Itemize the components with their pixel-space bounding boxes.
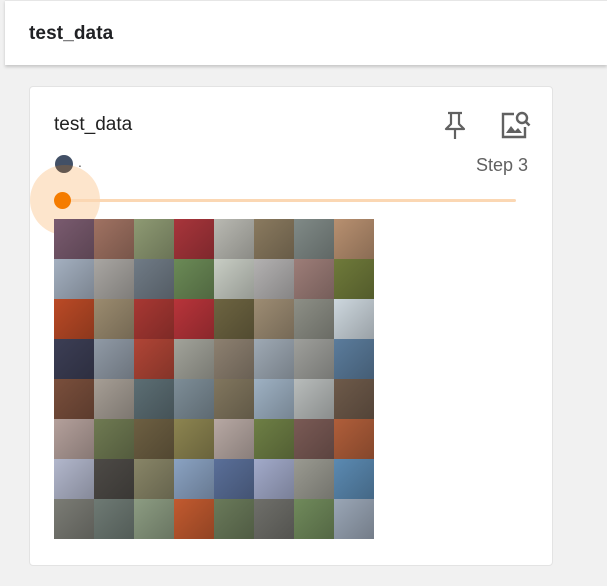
grid-image-cell (214, 379, 254, 419)
grid-image-cell (134, 259, 174, 299)
grid-image-cell (254, 459, 294, 499)
grid-image-cell (294, 299, 334, 339)
grid-image-cell (94, 459, 134, 499)
grid-image-cell (134, 219, 174, 259)
grid-image-cell (134, 339, 174, 379)
grid-image-cell (334, 219, 374, 259)
slider-track (64, 199, 516, 202)
grid-image-cell (294, 499, 334, 539)
grid-image-cell (54, 499, 94, 539)
grid-image-cell (174, 259, 214, 299)
card-title: test_data (54, 114, 133, 135)
grid-image-cell (214, 299, 254, 339)
grid-image-cell (254, 419, 294, 459)
grid-image-cell (134, 379, 174, 419)
grid-image-cell (174, 419, 214, 459)
grid-image-cell (174, 459, 214, 499)
step-label: Step 3 (475, 155, 528, 175)
grid-image-cell (94, 219, 134, 259)
grid-image-cell (54, 219, 94, 259)
grid-image-cell (214, 219, 254, 259)
grid-image-cell (54, 259, 94, 299)
grid-image-cell (294, 379, 334, 419)
grid-image-cell (94, 499, 134, 539)
grid-image-cell (254, 259, 294, 299)
grid-image-cell (334, 339, 374, 379)
grid-image-cell (294, 219, 334, 259)
grid-image-cell (174, 379, 214, 419)
grid-image-cell (334, 379, 374, 419)
grid-image-cell (214, 459, 254, 499)
grid-image-cell (214, 259, 254, 299)
grid-image-cell (54, 459, 94, 499)
image-card: test_data . Step 3 (29, 86, 553, 566)
page-title: test_data (29, 23, 114, 44)
grid-image-cell (174, 339, 214, 379)
grid-image-cell (214, 419, 254, 459)
grid-image-cell (94, 419, 134, 459)
grid-image-cell (174, 299, 214, 339)
grid-image-cell (254, 339, 294, 379)
grid-image-cell (334, 499, 374, 539)
grid-image-cell (334, 259, 374, 299)
image-search-icon (501, 111, 531, 139)
grid-image-cell (214, 339, 254, 379)
grid-image-cell (294, 419, 334, 459)
grid-image-cell (94, 299, 134, 339)
grid-image-cell (294, 459, 334, 499)
grid-image-cell (134, 499, 174, 539)
image-grid[interactable] (54, 219, 375, 540)
grid-image-cell (134, 299, 174, 339)
grid-image-cell (254, 499, 294, 539)
grid-image-cell (174, 499, 214, 539)
image-search-button[interactable] (497, 107, 533, 143)
top-bar: test_data (5, 0, 607, 65)
grid-image-cell (334, 459, 374, 499)
grid-image-cell (174, 219, 214, 259)
grid-image-cell (254, 219, 294, 259)
grid-image-cell (54, 379, 94, 419)
pin-button[interactable] (437, 107, 473, 143)
grid-image-cell (334, 419, 374, 459)
grid-image-cell (254, 379, 294, 419)
pin-icon (444, 111, 466, 139)
grid-image-cell (54, 419, 94, 459)
grid-image-cell (214, 499, 254, 539)
grid-image-cell (94, 379, 134, 419)
slider-thumb[interactable] (54, 192, 71, 209)
grid-image-cell (54, 299, 94, 339)
grid-image-cell (54, 339, 94, 379)
grid-image-cell (94, 339, 134, 379)
grid-image-cell (334, 299, 374, 339)
grid-image-cell (134, 459, 174, 499)
grid-image-cell (254, 299, 294, 339)
grid-image-cell (134, 419, 174, 459)
grid-image-cell (294, 339, 334, 379)
grid-image-cell (294, 259, 334, 299)
step-slider[interactable] (30, 165, 524, 235)
grid-image-cell (94, 259, 134, 299)
